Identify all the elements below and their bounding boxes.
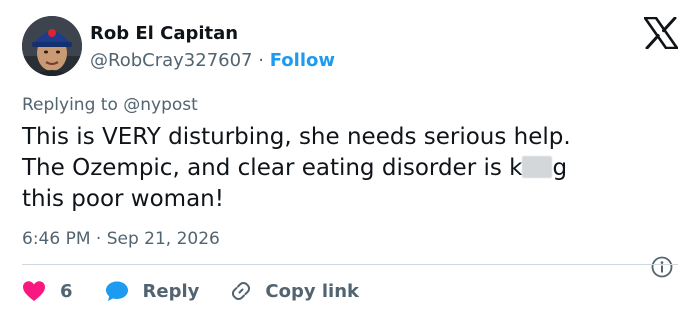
author-display-name[interactable]: Rob El Capitan [90, 22, 335, 46]
tweet-text-line: This is VERY disturbing, she needs serio… [22, 124, 571, 150]
avatar[interactable] [22, 16, 82, 76]
like-count: 6 [60, 280, 73, 302]
tweet-text-line: The Ozempic, and clear eating disorder i… [22, 153, 662, 184]
tweet-text-segment: The Ozempic, and clear eating disorder i… [22, 155, 523, 181]
x-logo-icon[interactable] [643, 16, 679, 50]
replying-to-mention[interactable]: @nypost [123, 95, 198, 115]
author-handle-row: @RobCray327607 · Follow [90, 48, 335, 74]
tweet-text: This is VERY disturbing, she needs serio… [22, 122, 662, 215]
reply-button[interactable]: Reply [105, 280, 230, 302]
divider [22, 264, 678, 265]
replying-to-label: Replying to [22, 95, 118, 115]
action-bar: 6 Reply Copy link [22, 276, 359, 306]
follow-button[interactable]: Follow [270, 50, 335, 71]
reply-label: Reply [142, 280, 200, 302]
info-icon[interactable] [651, 256, 673, 278]
tweet-card: Rob El Capitan @RobCray327607 · Follow R… [0, 0, 700, 318]
tweet-timestamp[interactable]: 6:46 PM · Sep 21, 2026 [22, 227, 220, 251]
like-button[interactable]: 6 [22, 280, 105, 302]
author-handle[interactable]: @RobCray327607 [90, 50, 253, 71]
speech-bubble-icon [105, 280, 129, 302]
author-block: Rob El Capitan @RobCray327607 · Follow [90, 22, 335, 74]
copy-link-label: Copy link [265, 280, 359, 302]
tweet-text-segment: g [552, 155, 568, 181]
replying-to-line: Replying to @nypost [22, 93, 198, 117]
tweet-text-line: this poor woman! [22, 186, 224, 212]
link-icon [229, 279, 253, 303]
heart-icon [22, 280, 46, 302]
censor-blur [522, 156, 553, 178]
separator-dot: · [258, 50, 264, 71]
copy-link-button[interactable]: Copy link [229, 279, 359, 303]
